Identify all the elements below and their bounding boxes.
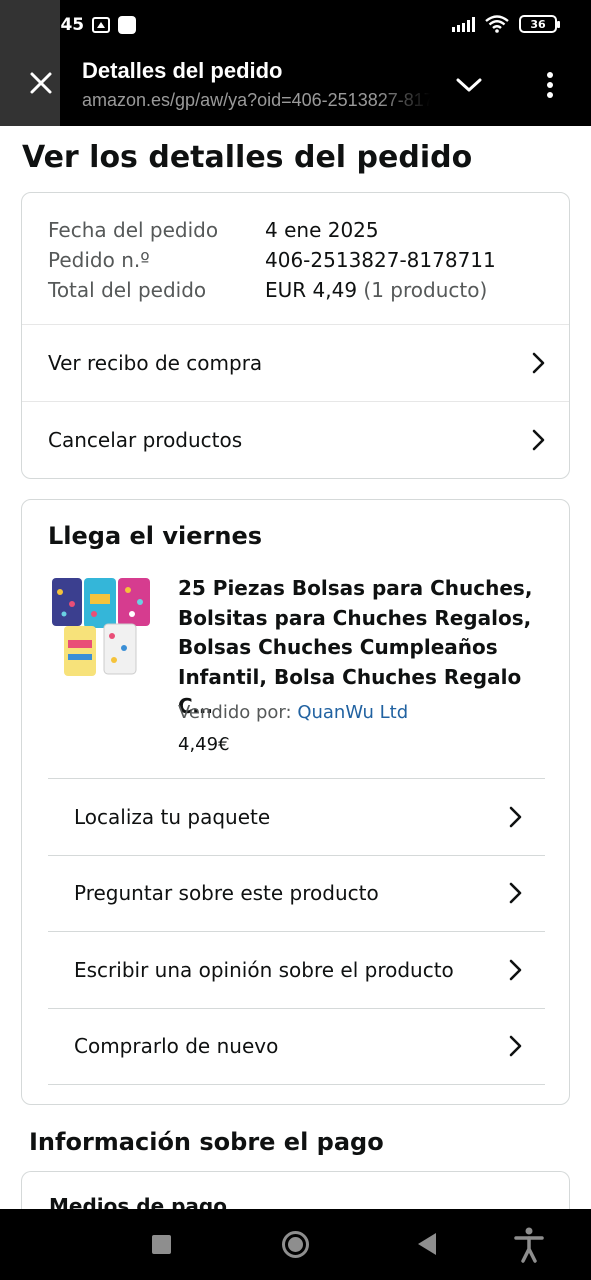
notification-icon [92, 17, 111, 33]
ask-product-question-link[interactable]: Preguntar sobre este producto [48, 854, 545, 932]
browser-header: Detalles del pedido amazon.es/gp/aw/ya?o… [0, 0, 591, 126]
seller-label: Vendido por: [178, 702, 292, 723]
cancel-items-link[interactable]: Cancelar productos [22, 401, 569, 478]
order-summary: Fecha del pedido 4 ene 2025 Pedido n.º 4… [48, 215, 496, 305]
accessibility-icon[interactable] [513, 1227, 545, 1263]
product-title[interactable]: 25 Piezas Bolsas para Chuches, Bolsitas … [178, 574, 546, 722]
write-review-label: Escribir una opinión sobre el producto [74, 957, 454, 982]
seller-info: Vendido por: QuanWu Ltd [178, 702, 408, 723]
item-actions: Localiza tu paquete Preguntar sobre este… [48, 778, 545, 1085]
tab-url[interactable]: amazon.es/gp/aw/ya?oid=406-2513827-81787… [82, 90, 430, 111]
chevron-right-icon [487, 882, 545, 904]
divider [48, 1084, 545, 1085]
chevron-right-icon [487, 959, 545, 981]
more-options-button[interactable] [535, 66, 565, 104]
track-package-label: Localiza tu paquete [74, 804, 271, 829]
shipment-card: Llega el viernes 25 Piezas Bolsas para C… [21, 499, 570, 1105]
wifi-icon [485, 15, 509, 33]
order-total-quantity: (1 producto) [363, 278, 488, 302]
order-summary-card: Fecha del pedido 4 ene 2025 Pedido n.º 4… [21, 192, 570, 479]
home-button[interactable] [282, 1231, 309, 1258]
recents-button[interactable] [152, 1235, 171, 1254]
chevron-right-icon [509, 352, 569, 374]
buy-again-link[interactable]: Comprarlo de nuevo [48, 1007, 545, 1085]
product-image[interactable] [48, 574, 156, 678]
close-icon [30, 72, 52, 94]
write-review-link[interactable]: Escribir una opinión sobre el producto [48, 931, 545, 1008]
signal-icon [452, 16, 475, 32]
page-content: Ver los detalles del pedido Fecha del pe… [0, 126, 591, 1209]
product-price: 4,49€ [178, 734, 230, 755]
tab-title: Detalles del pedido [82, 58, 283, 83]
chevron-right-icon [487, 1035, 545, 1057]
track-package-link[interactable]: Localiza tu paquete [48, 778, 545, 855]
battery-icon: 36 [519, 15, 560, 33]
order-total-label: Total del pedido [48, 278, 207, 302]
expand-button[interactable] [452, 68, 486, 102]
order-total-value: EUR 4,49 [265, 278, 358, 302]
payment-methods-heading: Medios de pago [49, 1194, 227, 1209]
order-number-label: Pedido n.º [48, 248, 150, 272]
view-receipt-link[interactable]: Ver recibo de compra [22, 324, 569, 401]
back-button[interactable] [418, 1233, 436, 1255]
chevron-right-icon [509, 429, 569, 451]
cancel-items-label: Cancelar productos [48, 428, 243, 452]
status-bar: 19:45 36 [0, 0, 591, 52]
view-receipt-label: Ver recibo de compra [48, 351, 263, 375]
chevron-down-icon [456, 78, 482, 92]
system-nav-bar [0, 1209, 591, 1280]
app-notification-icon [118, 16, 137, 34]
page-title: Ver los detalles del pedido [22, 140, 473, 175]
ask-product-question-label: Preguntar sobre este producto [74, 881, 379, 906]
order-date-value: 4 ene 2025 [265, 218, 379, 242]
chevron-right-icon [487, 806, 545, 828]
close-button[interactable] [22, 64, 60, 102]
order-date-label: Fecha del pedido [48, 218, 219, 242]
more-vert-icon [547, 72, 553, 98]
buy-again-label: Comprarlo de nuevo [74, 1034, 279, 1059]
seller-link[interactable]: QuanWu Ltd [297, 702, 408, 723]
payment-heading: Información sobre el pago [29, 1128, 384, 1156]
battery-level: 36 [530, 17, 546, 31]
payment-card: Medios de pago [21, 1171, 570, 1209]
order-number-value: 406-2513827-8178711 [265, 248, 496, 272]
delivery-heading: Llega el viernes [48, 522, 263, 550]
